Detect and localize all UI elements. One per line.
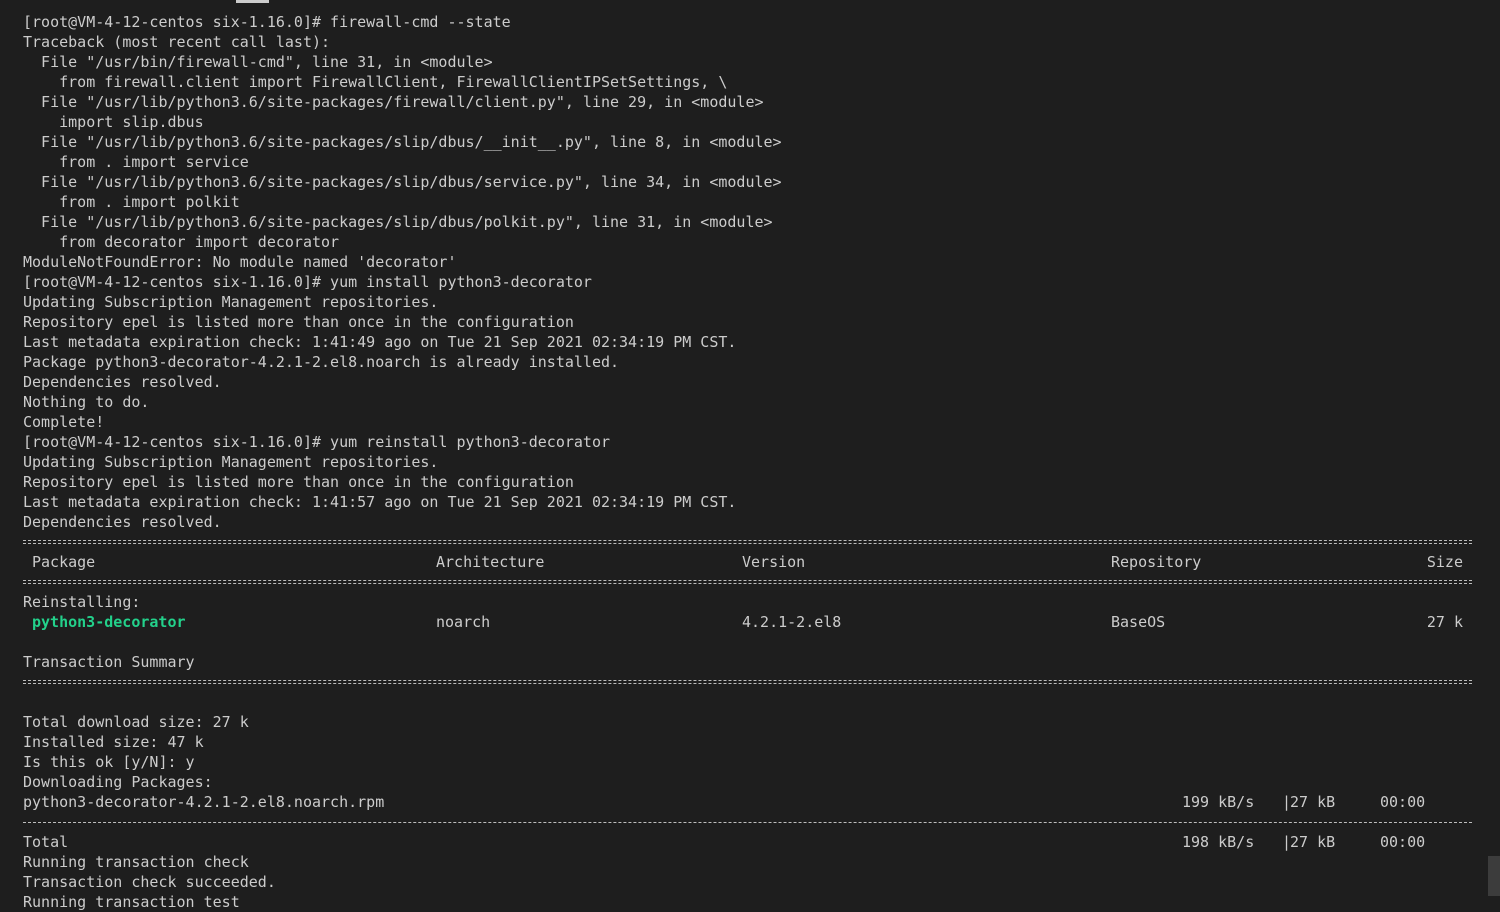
output-line: File "/usr/lib/python3.6/site-packages/s…	[23, 133, 782, 151]
output-line: Running transaction check	[23, 853, 249, 871]
output-line: Dependencies resolved.	[23, 373, 222, 391]
output-line: [root@VM-4-12-centos six-1.16.0]# firewa…	[23, 13, 511, 31]
terminal-output: [root@VM-4-12-centos six-1.16.0]# firewa…	[23, 12, 1473, 912]
total-size: 27 kB	[1290, 833, 1336, 851]
output-line: from decorator import decorator	[23, 233, 340, 251]
terminal-window[interactable]: [root@VM-4-12-centos six-1.16.0]# firewa…	[0, 0, 1500, 912]
download-time: 00:00	[1380, 793, 1426, 811]
package-version: 4.2.1-2.el8	[742, 613, 842, 631]
output-line: Updating Subscription Management reposit…	[23, 293, 439, 311]
section-label: Reinstalling:	[23, 593, 141, 611]
package-architecture: noarch	[436, 613, 491, 631]
output-line: Is this ok [y/N]: y	[23, 753, 195, 771]
output-line: Total download size: 27 k	[23, 713, 249, 731]
table-row: python3-decorator noarch 4.2.1-2.el8 Bas…	[23, 612, 1473, 632]
total-time: 00:00	[1380, 833, 1426, 851]
output-line: Complete!	[23, 413, 105, 431]
package-size: 27 k	[1426, 613, 1463, 631]
output-line: Repository epel is listed more than once…	[23, 313, 574, 331]
package-repository: BaseOS	[1111, 613, 1166, 631]
output-line: Dependencies resolved.	[23, 513, 222, 531]
double-separator	[23, 672, 1472, 692]
output-line: Repository epel is listed more than once…	[23, 473, 574, 491]
download-file: python3-decorator-4.2.1-2.el8.noarch.rpm	[23, 793, 385, 811]
output-line: Installed size: 47 k	[23, 733, 204, 751]
output-line: [root@VM-4-12-centos six-1.16.0]# yum re…	[23, 433, 610, 451]
total-rate: 198 kB/s	[1182, 833, 1255, 851]
double-separator	[23, 572, 1472, 592]
scrollbar-thumb[interactable]	[1488, 856, 1500, 896]
header-repository: Repository	[1111, 553, 1202, 571]
package-name: python3-decorator	[32, 613, 186, 631]
output-line: ModuleNotFoundError: No module named 'de…	[23, 253, 457, 271]
output-line: [root@VM-4-12-centos six-1.16.0]# yum in…	[23, 273, 592, 291]
output-line: File "/usr/lib/python3.6/site-packages/s…	[23, 173, 782, 191]
output-line: Running transaction test	[23, 893, 240, 911]
header-version: Version	[742, 553, 806, 571]
output-line: Package python3-decorator-4.2.1-2.el8.no…	[23, 353, 620, 371]
header-size: Size	[1426, 553, 1463, 571]
output-line: File "/usr/lib/python3.6/site-packages/f…	[23, 93, 764, 111]
output-line: from . import service	[23, 153, 249, 171]
output-line: Updating Subscription Management reposit…	[23, 453, 439, 471]
output-line: Last metadata expiration check: 1:41:49 …	[23, 333, 737, 351]
single-separator	[23, 812, 1472, 832]
cursor-mark	[236, 0, 269, 3]
summary-label: Transaction Summary	[23, 653, 195, 671]
header-architecture: Architecture	[436, 553, 545, 571]
output-line: import slip.dbus	[23, 113, 204, 131]
download-row: python3-decorator-4.2.1-2.el8.noarch.rpm…	[23, 792, 1473, 812]
output-line: Traceback (most recent call last):	[23, 33, 331, 51]
header-package: Package	[32, 553, 96, 571]
output-line: File "/usr/lib/python3.6/site-packages/s…	[23, 213, 773, 231]
table-header-row: Package Architecture Version Repository …	[23, 552, 1473, 572]
output-line: Downloading Packages:	[23, 773, 213, 791]
total-row: Total 198 kB/s | 27 kB 00:00	[23, 832, 1473, 852]
download-size: 27 kB	[1290, 793, 1336, 811]
output-line: from . import polkit	[23, 193, 240, 211]
double-separator	[23, 532, 1472, 552]
download-rate: 199 kB/s	[1182, 793, 1255, 811]
total-label: Total	[23, 833, 69, 851]
output-line: Last metadata expiration check: 1:41:57 …	[23, 493, 737, 511]
output-line: Nothing to do.	[23, 393, 150, 411]
output-line: Transaction check succeeded.	[23, 873, 276, 891]
output-line: from firewall.client import FirewallClie…	[23, 73, 728, 91]
output-line: File "/usr/bin/firewall-cmd", line 31, i…	[23, 53, 493, 71]
